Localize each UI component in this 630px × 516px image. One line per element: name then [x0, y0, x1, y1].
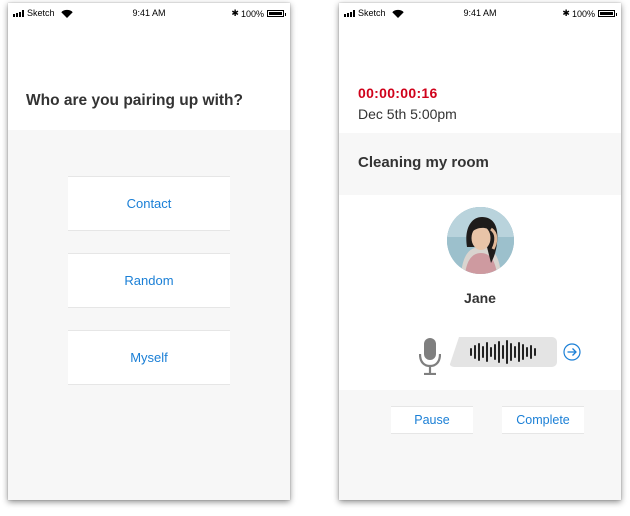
waveform-bar — [490, 347, 492, 357]
waveform-bar — [478, 343, 480, 361]
waveform-bar — [534, 348, 536, 356]
task-title: Cleaning my room — [358, 154, 489, 171]
bluetooth-icon: ✱ — [231, 8, 239, 18]
waveform-bar — [498, 341, 500, 363]
waveform-bar — [470, 348, 472, 356]
battery-percent: 100% — [571, 8, 595, 19]
waveform-bar — [474, 345, 476, 359]
complete-button[interactable]: Complete — [502, 406, 584, 434]
battery-icon — [598, 10, 617, 17]
battery-percent: 100% — [240, 8, 264, 19]
waveform-bar — [502, 345, 504, 359]
myself-button[interactable]: Myself — [68, 330, 230, 385]
audio-waveform-icon[interactable] — [449, 337, 557, 367]
waveform-bar — [526, 347, 528, 357]
session-screen: Sketch 9:41 AM ✱ 100% 00:00:00:16 Dec 5t… — [339, 3, 621, 500]
waveform-bar — [510, 343, 512, 361]
send-arrow-icon[interactable] — [563, 343, 581, 361]
waveform-bar — [486, 342, 488, 362]
microphone-icon[interactable] — [419, 338, 441, 375]
session-timer: 00:00:00:16 — [358, 85, 438, 101]
pause-button[interactable]: Pause — [391, 406, 473, 434]
status-bar: Sketch 9:41 AM ✱ 100% — [8, 3, 290, 23]
pairing-screen: Sketch 9:41 AM ✱ 100% Who are you pairin… — [8, 3, 290, 500]
waveform-bar — [506, 340, 508, 364]
header — [8, 23, 290, 130]
page-title: Who are you pairing up with? — [26, 92, 243, 109]
waveform-bar — [514, 346, 516, 358]
random-button[interactable]: Random — [68, 253, 230, 308]
battery-icon — [267, 10, 286, 17]
waveform-bar — [482, 346, 484, 358]
avatar — [447, 207, 514, 274]
contact-button[interactable]: Contact — [68, 176, 230, 231]
waveform-bar — [494, 344, 496, 360]
waveform-bar — [522, 344, 524, 360]
partner-name: Jane — [464, 290, 496, 306]
bluetooth-icon: ✱ — [562, 8, 570, 18]
session-datetime: Dec 5th 5:00pm — [358, 106, 457, 122]
waveform-bar — [530, 345, 532, 359]
status-bar: Sketch 9:41 AM ✱ 100% — [339, 3, 621, 23]
waveform-bar — [518, 342, 520, 362]
